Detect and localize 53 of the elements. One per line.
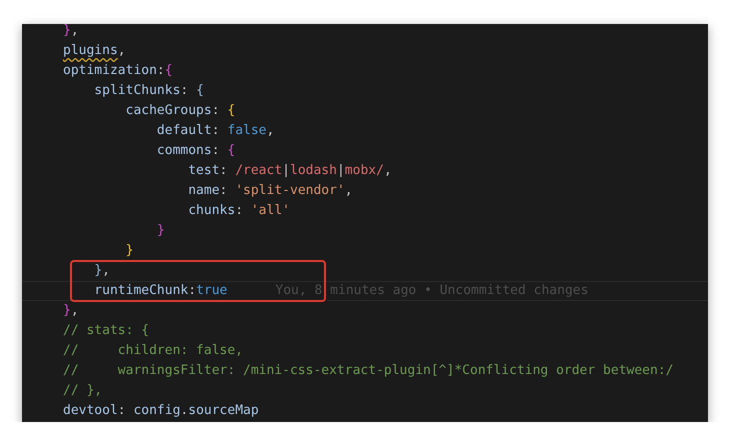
code-token: default bbox=[156, 122, 212, 140]
code-token: : bbox=[212, 142, 221, 160]
code-token: sourceMap bbox=[188, 402, 259, 420]
code-token: /react bbox=[235, 162, 282, 180]
code-token: : bbox=[220, 162, 228, 180]
code-token: { bbox=[227, 102, 236, 120]
code-token: } bbox=[63, 24, 71, 40]
code-token: test bbox=[187, 162, 220, 180]
code-token: , bbox=[102, 262, 110, 280]
code-token: config bbox=[133, 402, 180, 420]
code-token: name bbox=[187, 182, 220, 200]
code-token: | bbox=[282, 162, 290, 180]
code-token: , bbox=[70, 24, 79, 40]
code-comment: // warningsFilter: /mini-css-extract-plugin[^]*Conflicting order between:/ bbox=[63, 362, 674, 380]
code-token: runtimeChunk bbox=[93, 282, 188, 300]
code-token: mobx/ bbox=[344, 162, 384, 180]
code-token: | bbox=[336, 162, 345, 180]
code-token: splitChunks bbox=[93, 82, 180, 100]
code-token: { bbox=[196, 82, 204, 100]
code-token: : bbox=[235, 202, 244, 220]
code-token: , bbox=[70, 302, 79, 320]
code-token: commons bbox=[156, 142, 212, 160]
code-token: : bbox=[188, 282, 196, 300]
code-token: true bbox=[196, 282, 228, 300]
code-token: lodash bbox=[290, 162, 337, 180]
code-token: , bbox=[266, 122, 274, 140]
code-token: } bbox=[124, 242, 134, 260]
code-token: 'all' bbox=[250, 202, 290, 220]
code-token: } bbox=[93, 262, 102, 280]
code-token: : bbox=[118, 402, 127, 420]
code-token: , bbox=[118, 42, 126, 60]
code-token: false bbox=[227, 122, 267, 140]
code-comment: // }, bbox=[63, 382, 102, 400]
code-token: optimization bbox=[63, 62, 157, 80]
code-token: , bbox=[344, 182, 353, 200]
code-token: cacheGroups bbox=[124, 102, 212, 120]
code-token: : bbox=[220, 182, 228, 200]
code-token: { bbox=[227, 142, 236, 160]
code-comment: // stats: { bbox=[63, 322, 150, 340]
code-token: devtool bbox=[63, 402, 118, 420]
code-token: : bbox=[212, 122, 221, 140]
code-token: } bbox=[63, 302, 71, 320]
code-token: , bbox=[384, 162, 392, 180]
code-token: chunks bbox=[187, 202, 236, 220]
code-token: : bbox=[212, 102, 221, 120]
code-token: : bbox=[156, 62, 165, 80]
code-comment: // children: false, bbox=[63, 342, 244, 360]
code-token: . bbox=[180, 402, 188, 420]
code-token: { bbox=[164, 62, 173, 80]
code-token: } bbox=[156, 222, 165, 240]
warning-code-token: plugins bbox=[63, 42, 118, 60]
code-token: 'split-vendor' bbox=[235, 182, 345, 200]
code-token: : bbox=[180, 82, 190, 100]
